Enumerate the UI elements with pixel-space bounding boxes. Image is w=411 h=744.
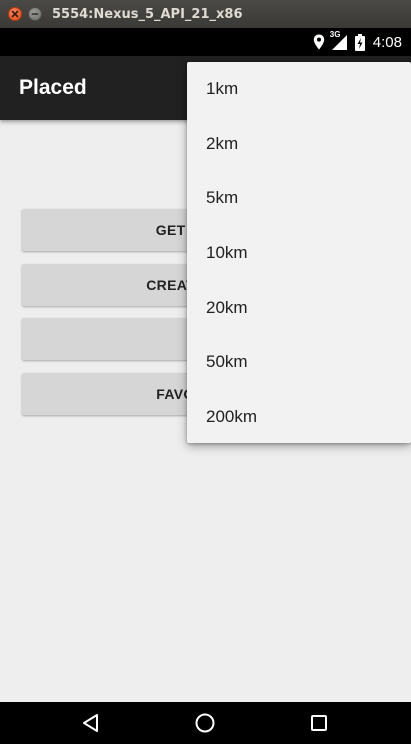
- window-title: 5554:Nexus_5_API_21_x86: [52, 6, 243, 22]
- location-icon: [313, 34, 325, 50]
- menu-item-1km[interactable]: 1km: [187, 62, 411, 117]
- status-time: 4:08: [372, 33, 402, 51]
- battery-icon: [354, 33, 365, 51]
- back-icon[interactable]: [61, 702, 121, 744]
- network-type-label: 3G: [329, 30, 341, 39]
- app-title: Placed: [19, 76, 87, 99]
- navigation-bar: [0, 702, 411, 744]
- menu-item-50km[interactable]: 50km: [187, 335, 411, 390]
- menu-item-20km[interactable]: 20km: [187, 280, 411, 335]
- menu-item-2km[interactable]: 2km: [187, 117, 411, 172]
- recents-icon[interactable]: [289, 702, 349, 744]
- signal-icon: 3G: [330, 30, 347, 50]
- emulator-title-bar: 5554:Nexus_5_API_21_x86: [0, 0, 411, 28]
- distance-dropdown-menu: 1km 2km 5km 10km 20km 50km 200km: [187, 62, 411, 443]
- status-bar: 3G 4:08: [0, 28, 411, 56]
- home-icon[interactable]: [175, 702, 235, 744]
- minimize-icon[interactable]: [28, 7, 42, 21]
- close-icon[interactable]: [8, 7, 22, 21]
- menu-item-5km[interactable]: 5km: [187, 171, 411, 226]
- menu-item-200km[interactable]: 200km: [187, 390, 411, 445]
- menu-item-10km[interactable]: 10km: [187, 226, 411, 281]
